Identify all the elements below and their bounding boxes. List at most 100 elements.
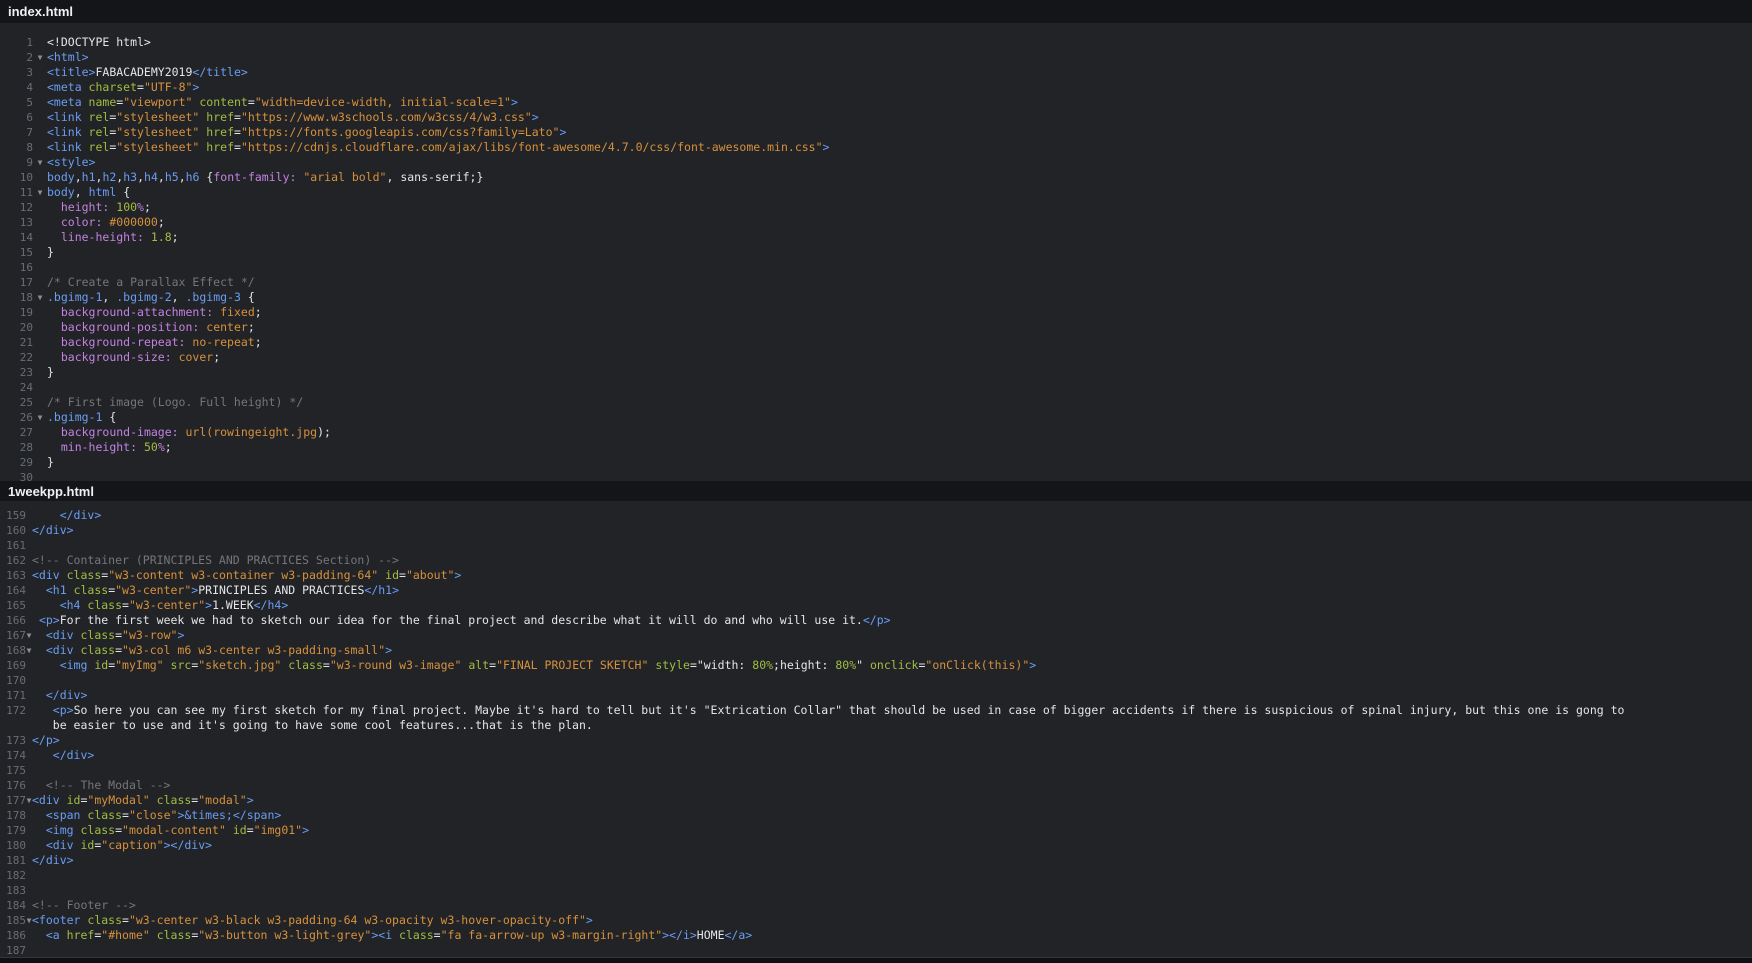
- fold-spacer: [33, 80, 47, 95]
- line-number: 10: [0, 170, 33, 185]
- fold-spacer: [33, 350, 47, 365]
- line-number: 167: [0, 628, 26, 643]
- code-text: </div>: [32, 508, 101, 523]
- code-line: 172 <p>So here you can see my first sket…: [0, 703, 1752, 718]
- line-number: 13: [0, 215, 33, 230]
- code-text: </div>: [32, 748, 94, 763]
- code-text: <meta charset="UTF-8">: [47, 80, 199, 95]
- code-line: 3<title>FABACADEMY2019</title>: [0, 65, 1752, 80]
- tab-index-html[interactable]: index.html: [8, 4, 73, 19]
- code-text: background-repeat: no-repeat;: [47, 335, 262, 350]
- line-number: 166: [0, 613, 26, 628]
- code-line: 183: [0, 883, 1752, 898]
- line-number: 11: [0, 185, 33, 200]
- fold-spacer: [26, 763, 32, 778]
- fold-arrow-icon[interactable]: ▼: [33, 155, 47, 170]
- code-text: </p>: [32, 733, 60, 748]
- code-line: 165 <h4 class="w3-center">1.WEEK</h4>: [0, 598, 1752, 613]
- line-number: 26: [0, 410, 33, 425]
- fold-spacer: [26, 673, 32, 688]
- fold-spacer: [33, 395, 47, 410]
- code-text: .bgimg-1, .bgimg-2, .bgimg-3 {: [47, 290, 255, 305]
- code-line: 176 <!-- The Modal -->: [0, 778, 1752, 793]
- fold-spacer: [33, 320, 47, 335]
- line-number: [0, 718, 26, 733]
- code-line: 27 background-image: url(rowingeight.jpg…: [0, 425, 1752, 440]
- line-number: 14: [0, 230, 33, 245]
- code-text: line-height: 1.8;: [47, 230, 179, 245]
- fold-spacer: [33, 425, 47, 440]
- code-text: <p>So here you can see my first sketch f…: [32, 703, 1624, 718]
- pane-code[interactable]: 159 </div>160</div>161162<!-- Container …: [0, 501, 1752, 957]
- fold-spacer: [26, 883, 32, 898]
- code-line: 182: [0, 868, 1752, 883]
- code-text: </div>: [32, 688, 87, 703]
- code-line: 184 <!-- Footer -->: [0, 898, 1752, 913]
- code-text: <!-- Footer -->: [32, 898, 136, 913]
- pane-code[interactable]: 1<!DOCTYPE html>2▼<html>3<title>FABACADE…: [0, 23, 1752, 481]
- line-number: 1: [0, 35, 33, 50]
- code-line: 17/* Create a Parallax Effect */: [0, 275, 1752, 290]
- code-text: <div class="w3-col m6 w3-center w3-paddi…: [32, 643, 392, 658]
- code-text: <style>: [47, 155, 95, 170]
- code-text: be easier to use and it's going to have …: [32, 718, 593, 733]
- code-line: 178 <span class="close">&times;</span>: [0, 808, 1752, 823]
- line-number: 180: [0, 838, 26, 853]
- code-line: 12 height: 100%;: [0, 200, 1752, 215]
- line-number: 18: [0, 290, 33, 305]
- code-line: 26▼.bgimg-1 {: [0, 410, 1752, 425]
- line-number: 19: [0, 305, 33, 320]
- fold-arrow-icon[interactable]: ▼: [33, 410, 47, 425]
- bottom-scrollbar-track[interactable]: [0, 957, 1752, 963]
- code-line: 18▼.bgimg-1, .bgimg-2, .bgimg-3 {: [0, 290, 1752, 305]
- line-number: 175: [0, 763, 26, 778]
- line-number: 4: [0, 80, 33, 95]
- code-line: 171 </div>: [0, 688, 1752, 703]
- tab-1weekpp-html[interactable]: 1weekpp.html: [8, 484, 94, 499]
- fold-spacer: [33, 140, 47, 155]
- code-text: <img class="modal-content" id="img01">: [32, 823, 309, 838]
- fold-spacer: [33, 245, 47, 260]
- code-text: <h4 class="w3-center">1.WEEK</h4>: [32, 598, 288, 613]
- code-line: 30: [0, 470, 1752, 481]
- fold-arrow-icon[interactable]: ▼: [33, 290, 47, 305]
- line-number: 5: [0, 95, 33, 110]
- line-number: 12: [0, 200, 33, 215]
- code-text: <a href="#home" class="w3-button w3-ligh…: [32, 928, 752, 943]
- line-number: 23: [0, 365, 33, 380]
- line-number: 2: [0, 50, 33, 65]
- fold-arrow-icon[interactable]: ▼: [33, 185, 47, 200]
- line-number: 187: [0, 943, 26, 957]
- code-line: 10body,h1,h2,h3,h4,h5,h6 {font-family: "…: [0, 170, 1752, 185]
- line-number: 15: [0, 245, 33, 260]
- code-line: 163<div class="w3-content w3-container w…: [0, 568, 1752, 583]
- code-line: 167▼ <div class="w3-row">: [0, 628, 1752, 643]
- code-text: <div class="w3-row">: [32, 628, 184, 643]
- code-line: 4 <meta charset="UTF-8">: [0, 80, 1752, 95]
- code-line: 164 <h1 class="w3-center">PRINCIPLES AND…: [0, 583, 1752, 598]
- line-number: 27: [0, 425, 33, 440]
- code-text: <div id="myModal" class="modal">: [32, 793, 254, 808]
- code-line: 162<!-- Container (PRINCIPLES AND PRACTI…: [0, 553, 1752, 568]
- code-line: 2▼<html>: [0, 50, 1752, 65]
- fold-spacer: [33, 440, 47, 455]
- line-number: 6: [0, 110, 33, 125]
- code-line: 13 color: #000000;: [0, 215, 1752, 230]
- fold-spacer: [33, 200, 47, 215]
- code-line: 22 background-size: cover;: [0, 350, 1752, 365]
- fold-spacer: [33, 125, 47, 140]
- line-number: 16: [0, 260, 33, 275]
- code-text: <span class="close">&times;</span>: [32, 808, 281, 823]
- code-line: 5<meta name="viewport" content="width=de…: [0, 95, 1752, 110]
- fold-spacer: [26, 538, 32, 553]
- line-number: 178: [0, 808, 26, 823]
- line-number: 184: [0, 898, 26, 913]
- code-text: background-position: center;: [47, 320, 255, 335]
- line-number: 161: [0, 538, 26, 553]
- fold-spacer: [33, 305, 47, 320]
- fold-arrow-icon[interactable]: ▼: [33, 50, 47, 65]
- line-number: 28: [0, 440, 33, 455]
- code-text: body, html {: [47, 185, 130, 200]
- pane-tab-bar: index.html: [0, 0, 1752, 23]
- code-line: 6<link rel="stylesheet" href="https://ww…: [0, 110, 1752, 125]
